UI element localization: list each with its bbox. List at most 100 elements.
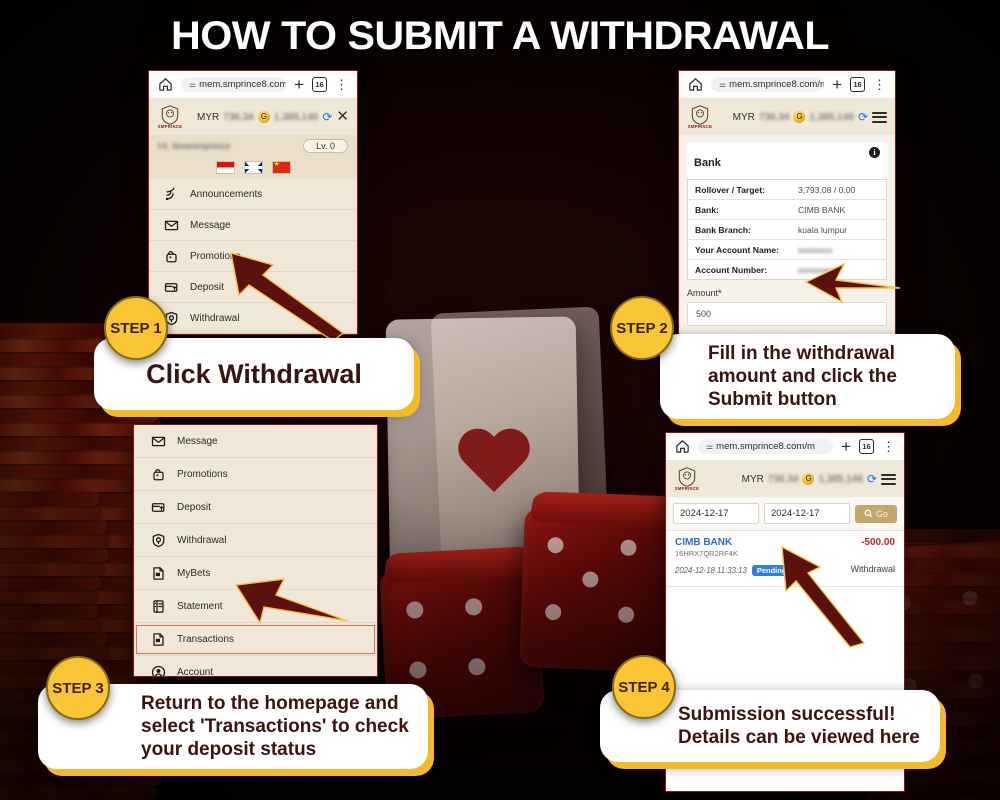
sidebar-item-label: Deposit — [190, 281, 224, 293]
search-icon — [864, 509, 873, 518]
overflow-menu-icon[interactable]: ⋮ — [882, 440, 895, 453]
page-info-icon: ⚌ — [719, 80, 726, 89]
plus-icon[interactable]: + — [294, 76, 304, 93]
tab-count-button[interactable]: 16 — [850, 77, 865, 92]
bank-detail-row: Your Account Name: xxxxxxxx — [687, 239, 887, 260]
bank-detail-key: Account Number: — [695, 264, 768, 275]
home-icon[interactable] — [675, 439, 690, 454]
sidebar-item-label: Account — [177, 666, 214, 677]
currency-label: MYR — [741, 473, 764, 485]
transaction-row[interactable]: CIMB BANK -500.00 16HRX7QR2RF4K 2024-12-18 … — [666, 530, 904, 587]
sidebar-item-transactions[interactable]: Transactions — [134, 623, 377, 656]
home-icon[interactable] — [158, 77, 173, 92]
points-amount: 1,385,146 — [273, 111, 319, 123]
currency-label: MYR — [197, 111, 220, 123]
home-icon[interactable] — [688, 77, 703, 92]
plus-icon[interactable]: + — [841, 438, 851, 455]
sidebar-item-label: Message — [190, 219, 231, 231]
bank-detail-row: Bank Branch: kuala lumpur — [687, 219, 887, 240]
balance-display: MYR 736.34 G 1,385,146 ⟳ ✕ — [197, 109, 349, 124]
bank-detail-key: Bank: — [687, 199, 791, 220]
logo-wordmark: SMPRINCE — [674, 486, 700, 491]
callout-step-1-text: Click Withdrawal — [146, 358, 362, 389]
hamburger-icon[interactable] — [881, 473, 896, 485]
sidebar-item-statement[interactable]: Statement — [134, 590, 377, 623]
sidebar-item-deposit[interactable]: Deposit — [149, 272, 357, 303]
flag-indonesia-icon[interactable] — [215, 161, 235, 174]
sidebar-item-withdrawal[interactable]: Withdrawal — [149, 303, 357, 334]
level-badge: Lv. 0 — [303, 139, 348, 153]
sidebar-item-message[interactable]: Message — [149, 210, 357, 241]
url-bar[interactable]: ⚌ mem.smprince8.com/m — [711, 77, 825, 92]
sidebar-item-message[interactable]: Message — [134, 425, 377, 458]
go-button[interactable]: Go — [855, 504, 898, 523]
url-bar[interactable]: ⚌ mem.smprince8.com/m — [181, 77, 287, 92]
coin-icon: G — [257, 111, 270, 123]
overflow-menu-icon[interactable]: ⋮ — [335, 78, 348, 91]
sidebar-item-mybets[interactable]: MyBets — [134, 557, 377, 590]
callout-step-2-text: Fill in the withdrawal amount and click … — [708, 342, 897, 411]
balance-amount: 736.34 — [223, 111, 254, 123]
phone-screenshot-step1: ⚌ mem.smprince8.com/m + 16 ⋮ SMPRINCE MY… — [148, 70, 358, 335]
url-bar[interactable]: ⚌ mem.smprince8.com/m — [698, 439, 834, 454]
refresh-icon[interactable]: ⟳ — [867, 472, 877, 486]
step-badge-1: STEP 1 — [104, 296, 168, 360]
bank-detail-row: Bank: CIMB BANK — [687, 199, 887, 220]
page-title: HOW TO SUBMIT A WITHDRAWAL — [171, 14, 829, 58]
sidebar-item-label: Announcements — [190, 188, 263, 200]
gift-icon — [163, 248, 179, 264]
refresh-icon[interactable]: ⟳ — [322, 110, 332, 124]
card-deposit-icon — [163, 279, 179, 295]
bets-document-icon — [150, 565, 166, 581]
envelope-icon — [163, 217, 179, 233]
phone-screenshot-step3: Message Promotions Deposit Withdrawal MyBets… — [133, 424, 378, 677]
browser-toolbar: ⚌ mem.smprince8.com/m + 16 ⋮ — [679, 71, 895, 99]
coin-icon: G — [802, 473, 815, 485]
date-from-input[interactable]: 2024-12-17 — [673, 503, 759, 524]
refresh-icon[interactable]: ⟳ — [858, 110, 868, 124]
date-filter-bar: 2024-12-17 2024-12-17 Go — [666, 497, 904, 530]
points-amount: 1,385,146 — [809, 111, 854, 123]
hamburger-icon[interactable] — [872, 111, 887, 123]
flag-china-icon[interactable] — [271, 161, 291, 174]
overflow-menu-icon[interactable]: ⋮ — [873, 78, 886, 91]
sidebar-item-label: MyBets — [177, 567, 211, 579]
transaction-bank: CIMB BANK — [675, 537, 733, 548]
sidebar-item-announcements[interactable]: Announcements — [149, 179, 357, 210]
amount-input[interactable]: 500 — [687, 302, 887, 326]
sidebar-item-withdrawal[interactable]: Withdrawal — [134, 524, 377, 557]
balance-amount: 736.34 — [767, 473, 799, 485]
coin-icon: G — [793, 111, 806, 123]
app-header: SMPRINCE MYR 736.34 G 1,385,146 ⟳ — [666, 461, 904, 497]
go-label: Go — [876, 508, 889, 519]
transactions-icon — [150, 631, 166, 647]
tab-count-button[interactable]: 16 — [859, 439, 874, 454]
plus-icon[interactable]: + — [832, 76, 842, 93]
sidebar-item-promotions[interactable]: Promotions — [134, 458, 377, 491]
info-icon[interactable]: i — [869, 147, 880, 158]
sidebar-item-mybets[interactable]: MyBets — [149, 334, 357, 335]
gift-icon — [150, 466, 166, 482]
url-text: mem.smprince8.com/m — [716, 441, 815, 452]
transaction-list: CIMB BANK -500.00 16HRX7QR2RF4K 2024-12-18 … — [666, 530, 904, 587]
flag-uk-icon[interactable] — [243, 161, 263, 174]
browser-toolbar: ⚌ mem.smprince8.com/m + 16 ⋮ — [666, 433, 904, 461]
points-amount: 1,385,146 — [818, 473, 863, 485]
shield-icon — [161, 105, 179, 125]
balance-display: MYR 736.34 G 1,385,146 ⟳ — [733, 110, 887, 124]
greeting-bar: Hi, ilovesmprince Lv. 0 — [149, 135, 357, 157]
date-to-input[interactable]: 2024-12-17 — [764, 503, 850, 524]
app-header: SMPRINCE MYR 736.34 G 1,385,146 ⟳ ✕ — [149, 99, 357, 135]
bank-detail-row: Rollover / Target: 3,793.08 / 0.00 — [687, 179, 887, 200]
sidebar-item-account[interactable]: Account — [134, 656, 377, 677]
bank-detail-value: xxxxxxxxxx — [797, 264, 841, 275]
callout-step-2: Fill in the withdrawal amount and click … — [660, 334, 955, 419]
url-text: mem.smprince8.com/m — [199, 79, 286, 90]
bank-detail-row: Account Number: xxxxxxxxxx — [688, 260, 887, 280]
tab-count-button[interactable]: 16 — [312, 77, 327, 92]
greeting-text: Hi, ilovesmprince — [158, 140, 231, 152]
close-icon[interactable]: ✕ — [336, 109, 349, 124]
sidebar-item-deposit[interactable]: Deposit — [134, 491, 377, 524]
sidebar-item-promotions[interactable]: Promotions — [149, 241, 357, 272]
transaction-datetime: 2024-12-18 11:33:13 — [675, 566, 747, 575]
